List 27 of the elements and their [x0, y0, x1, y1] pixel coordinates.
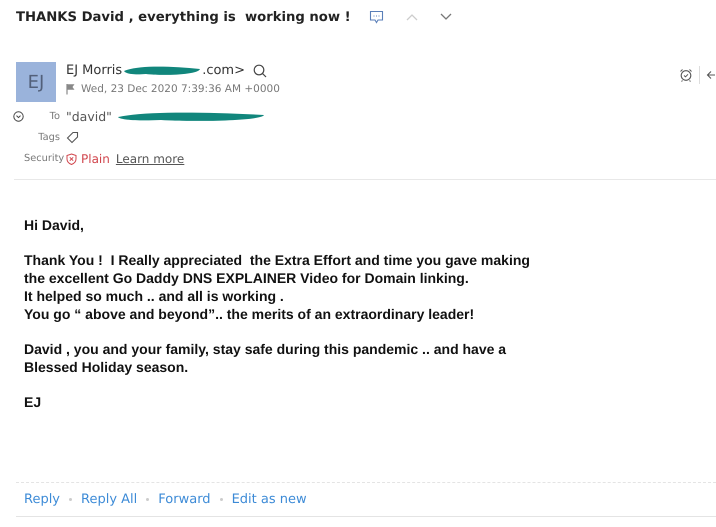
message-paragraph: EJ [24, 393, 42, 411]
field-label: To [48, 111, 60, 122]
tag-icon[interactable] [66, 131, 79, 144]
message-paragraph: David , you and your family, stay safe during this pandemic .. and have a Blessed Holiday season. [24, 340, 508, 376]
comment-icon[interactable] [369, 10, 384, 24]
avatar: EJ [16, 62, 56, 102]
search-icon[interactable] [253, 64, 267, 78]
shield-x-icon [66, 152, 77, 164]
reply-link[interactable]: Reply [24, 492, 60, 507]
flag-icon[interactable] [66, 83, 76, 95]
email-subject: THANKS David , everything is working now ! [16, 10, 352, 24]
sender-name: EJ Morris [66, 63, 122, 78]
back-arrow-icon[interactable] [706, 70, 716, 80]
sender-address: .com> [202, 63, 245, 78]
message-paragraph: Hi David, [24, 216, 85, 234]
chevron-down-icon[interactable] [440, 13, 452, 21]
alarm-clock-icon[interactable] [679, 68, 693, 82]
edit-as-new-link[interactable]: Edit as new [232, 492, 307, 507]
sent-date: Wed, 23 Dec 2020 7:39:36 AM +0000 [81, 83, 280, 95]
learn-more-link[interactable]: Learn more [116, 152, 184, 166]
reply-all-link[interactable]: Reply All [81, 492, 138, 507]
forward-link[interactable]: Forward [158, 492, 211, 507]
recipient-name: "david" [66, 109, 112, 124]
field-label: Tags [37, 132, 60, 143]
message-paragraph: Thank You ! I Really appreciated the Extra Effort and time you gave making the excellent Go Daddy DNS EXPLAINER Video for Domain linking. It helped so much .. and all is working . You go “ above and beyond”.. the merits of an extraordinary leader! [24, 251, 531, 323]
expand-icon[interactable] [13, 111, 24, 122]
security-status: Plain [81, 152, 110, 166]
